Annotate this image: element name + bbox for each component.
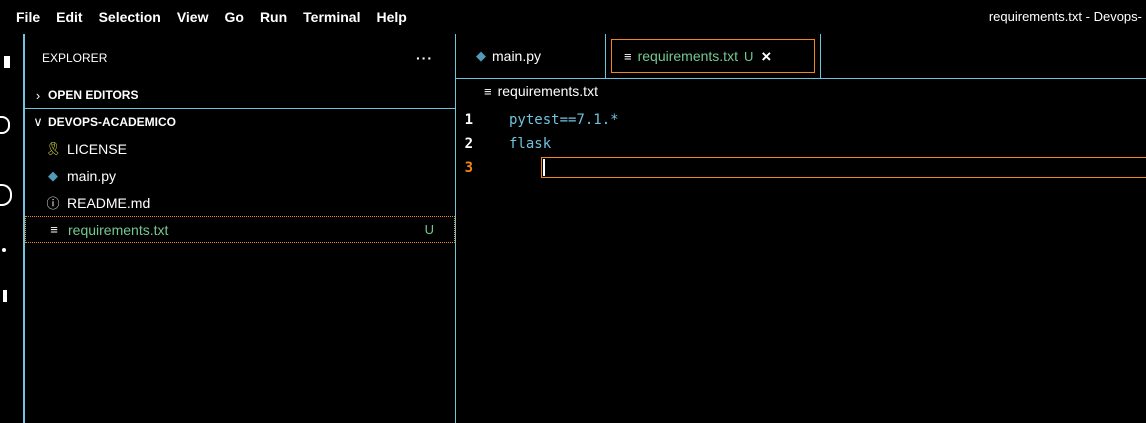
activity-bar <box>0 34 24 423</box>
explorer-title: EXPLORER <box>42 51 108 65</box>
line-number: 1 <box>464 112 473 128</box>
python-icon: ◆ <box>48 167 58 183</box>
chevron-down-icon: ∨ <box>33 114 43 129</box>
text-file-icon: ≡ <box>50 222 58 237</box>
breadcrumb-label: requirements.txt <box>497 83 598 99</box>
more-actions-icon[interactable]: ··· <box>416 50 433 66</box>
explorer-activity-icon[interactable] <box>4 56 10 68</box>
tab-main-py[interactable]: ◆ main.py <box>456 34 606 78</box>
file-item-requirements[interactable]: ≡ requirements.txt U <box>25 216 455 243</box>
search-activity-icon[interactable] <box>0 116 10 134</box>
file-label: README.md <box>67 194 151 211</box>
python-icon: ◆ <box>476 48 486 63</box>
folder-section[interactable]: ∨ DEVOPS-ACADEMICO <box>25 109 455 135</box>
run-debug-activity-icon[interactable] <box>2 248 6 252</box>
tab-label: requirements.txt <box>637 48 738 64</box>
text-file-icon: ≡ <box>624 48 632 64</box>
menu-view[interactable]: View <box>169 9 217 25</box>
source-control-activity-icon[interactable] <box>0 184 12 206</box>
menu-file[interactable]: File <box>0 9 48 25</box>
text-cursor <box>543 159 545 176</box>
line-text[interactable]: pytest==7.1.* <box>508 112 619 128</box>
code-line[interactable]: 1 pytest==7.1.* <box>456 108 1146 132</box>
menu-bar: File Edit Selection View Go Run Terminal… <box>0 0 1146 34</box>
open-editors-section[interactable]: › OPEN EDITORS <box>25 82 455 109</box>
file-item-main-py[interactable]: ◆ main.py <box>25 162 455 189</box>
text-file-icon: ≡ <box>484 83 492 99</box>
open-editors-label: OPEN EDITORS <box>48 88 139 102</box>
line-text[interactable]: flask <box>508 136 551 152</box>
menu-terminal[interactable]: Terminal <box>295 9 368 25</box>
untracked-badge: U <box>424 222 434 237</box>
tab-label: main.py <box>492 48 542 64</box>
menu-run[interactable]: Run <box>252 9 295 25</box>
line-number: 3 <box>464 160 473 176</box>
line-number: 2 <box>464 136 473 152</box>
menu-selection[interactable]: Selection <box>91 9 169 25</box>
code-editor[interactable]: 1 pytest==7.1.* 2 flask 3 <box>456 108 1146 180</box>
tab-separator <box>820 34 821 78</box>
close-icon[interactable]: × <box>761 48 771 65</box>
extensions-activity-icon[interactable] <box>3 290 7 302</box>
folder-label: DEVOPS-ACADEMICO <box>48 115 177 129</box>
menu-go[interactable]: Go <box>216 9 251 25</box>
menu-edit[interactable]: Edit <box>48 9 90 25</box>
code-line-current[interactable]: 3 <box>456 156 1146 180</box>
file-label: LICENSE <box>67 140 127 157</box>
info-icon: ⓘ <box>46 196 60 211</box>
code-line[interactable]: 2 flask <box>456 132 1146 156</box>
file-label: requirements.txt <box>68 221 169 238</box>
untracked-badge: U <box>743 48 754 64</box>
file-item-license[interactable]: 🎗 LICENSE <box>25 135 455 162</box>
breadcrumb[interactable]: ≡ requirements.txt <box>456 79 598 103</box>
menu-help[interactable]: Help <box>368 9 414 25</box>
editor-tabs: ◆ main.py ≡ requirements.txt U × <box>456 34 1146 79</box>
tab-requirements-txt[interactable]: ≡ requirements.txt U × <box>611 39 815 73</box>
explorer-sidebar: EXPLORER ··· › OPEN EDITORS ∨ DEVOPS-ACA… <box>25 34 455 423</box>
license-icon: 🎗 <box>45 140 62 156</box>
current-line-highlight <box>541 157 1146 178</box>
window-title: requirements.txt - Devops- <box>988 9 1142 24</box>
file-item-readme[interactable]: ⓘ README.md <box>25 189 455 216</box>
editor-area: ◆ main.py ≡ requirements.txt U × ≡ requi… <box>456 34 1146 423</box>
file-label: main.py <box>67 167 117 184</box>
chevron-right-icon: › <box>35 87 41 103</box>
vscode-window: File Edit Selection View Go Run Terminal… <box>0 0 1146 423</box>
explorer-header: EXPLORER ··· <box>25 34 455 82</box>
